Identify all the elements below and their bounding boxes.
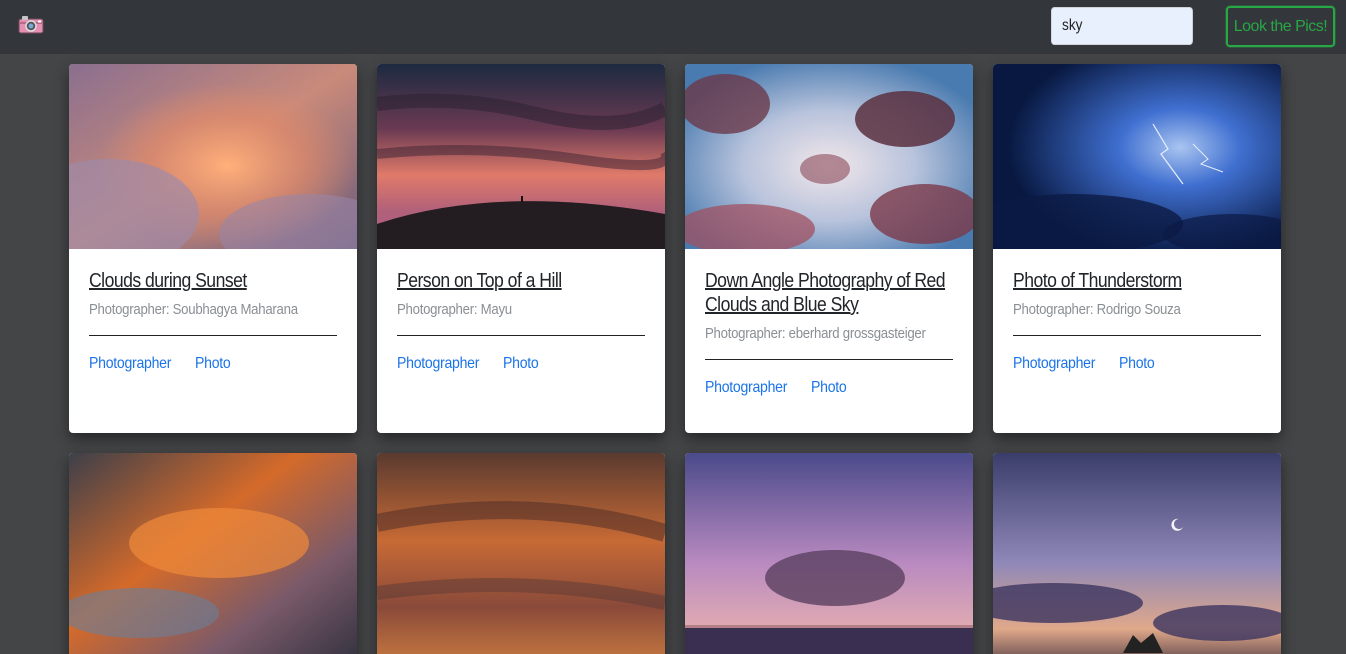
divider xyxy=(89,335,337,336)
photographer-link[interactable]: Photographer xyxy=(89,355,171,373)
photo-thumbnail[interactable] xyxy=(377,64,665,249)
photographer-name: Photographer: Mayu xyxy=(397,301,512,318)
photo-card xyxy=(685,453,973,654)
photographer-name: Photographer: eberhard grossgasteiger xyxy=(705,325,926,342)
photo-thumbnail[interactable] xyxy=(69,64,357,274)
search-input[interactable] xyxy=(1051,7,1193,45)
card-title[interactable]: Clouds during Sunset xyxy=(89,269,337,293)
photo-thumbnail[interactable] xyxy=(993,64,1281,254)
card-title[interactable]: Photo of Thunderstorm xyxy=(1013,269,1261,293)
photo-thumbnail[interactable] xyxy=(377,453,665,654)
photo-link[interactable]: Photo xyxy=(195,355,231,373)
photo-card: Photo of Thunderstorm Photographer: Rodr… xyxy=(993,64,1281,433)
photographer-name: Photographer: Soubhagya Maharana xyxy=(89,301,298,318)
photo-thumbnail[interactable] xyxy=(993,453,1281,654)
photo-card xyxy=(993,453,1281,654)
photo-link[interactable]: Photo xyxy=(503,355,539,373)
photographer-link[interactable]: Photographer xyxy=(705,379,787,397)
photographer-link[interactable]: Photographer xyxy=(1013,355,1095,373)
photo-card xyxy=(377,453,665,654)
navbar: Look the Pics! xyxy=(0,0,1346,54)
photo-thumbnail[interactable] xyxy=(69,453,357,654)
photographer-name: Photographer: Rodrigo Souza xyxy=(1013,301,1181,318)
photographer-link[interactable]: Photographer xyxy=(397,355,479,373)
photo-card: Person on Top of a Hill Photographer: Ma… xyxy=(377,64,665,433)
photo-card: Clouds during Sunset Photographer: Soubh… xyxy=(69,64,357,433)
camera-icon[interactable] xyxy=(17,14,45,38)
divider xyxy=(705,359,953,360)
photo-link[interactable]: Photo xyxy=(811,379,847,397)
search-button[interactable]: Look the Pics! xyxy=(1226,6,1335,47)
card-title[interactable]: Down Angle Photography of Red Clouds and… xyxy=(705,269,953,317)
photo-link[interactable]: Photo xyxy=(1119,355,1155,373)
photo-card xyxy=(69,453,357,654)
photo-card: Down Angle Photography of Red Clouds and… xyxy=(685,64,973,433)
divider xyxy=(1013,335,1261,336)
card-title[interactable]: Person on Top of a Hill xyxy=(397,269,645,293)
divider xyxy=(397,335,645,336)
photo-thumbnail[interactable] xyxy=(685,64,973,254)
photo-thumbnail[interactable] xyxy=(685,453,973,654)
